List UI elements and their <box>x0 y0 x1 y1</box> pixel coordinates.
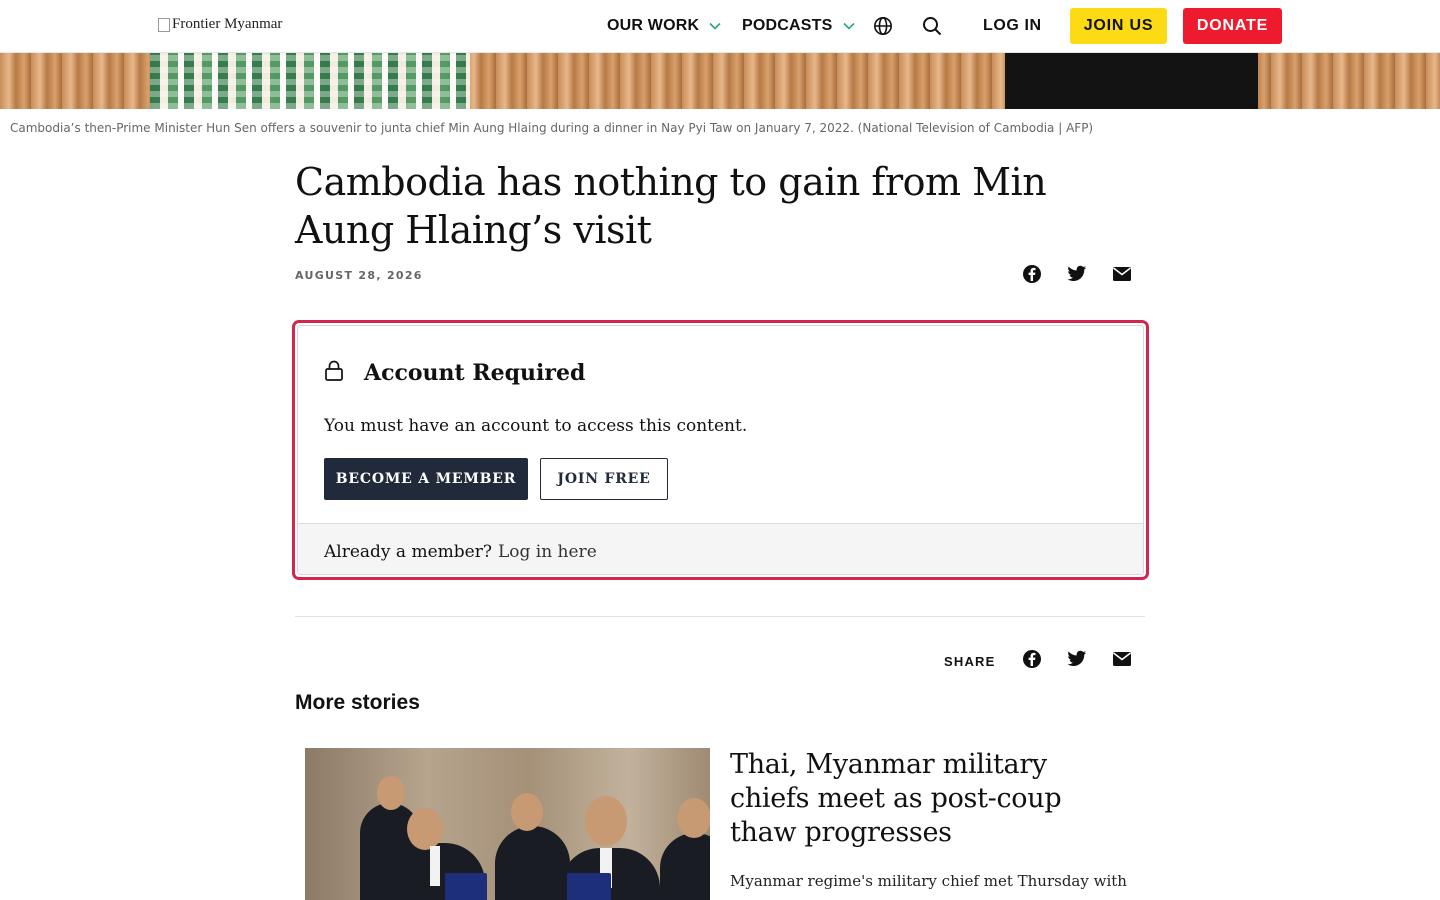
section-divider <box>295 616 1145 617</box>
email-icon[interactable] <box>1112 266 1132 286</box>
hero-caption: Cambodia’s then-Prime Minister Hun Sen o… <box>10 121 1094 135</box>
nav-podcasts-label: PODCASTS <box>742 17 833 34</box>
story-summary: Myanmar regime's military chief met Thur… <box>730 872 1127 890</box>
story-image-person <box>660 833 710 900</box>
paywall-inner: Account Required You must have an accoun… <box>297 325 1144 575</box>
share-icons-top <box>1022 264 1132 288</box>
paywall-header: Account Required <box>324 360 585 386</box>
paywall-message: You must have an account to access this … <box>324 416 748 436</box>
search-icon[interactable] <box>920 14 944 38</box>
paywall-title: Account Required <box>364 360 586 386</box>
nav-podcasts[interactable]: PODCASTS <box>742 0 855 52</box>
share-label: SHARE <box>944 654 996 669</box>
story-image-face <box>407 808 443 850</box>
site-header: Frontier Myanmar OUR WORK PODCASTS LOG I… <box>0 0 1440 53</box>
story-image-person <box>495 826 570 900</box>
article-title: Cambodia has nothing to gain from Min Au… <box>295 160 1047 252</box>
hero-image-pattern <box>150 52 470 109</box>
hero-image-suit <box>1005 52 1258 109</box>
become-member-button[interactable]: BECOME A MEMBER <box>324 458 528 500</box>
twitter-icon[interactable] <box>1067 265 1087 287</box>
story-title[interactable]: Thai, Myanmar military chiefs meet as po… <box>730 748 1130 850</box>
email-icon[interactable] <box>1112 651 1132 671</box>
site-logo[interactable]: Frontier Myanmar <box>158 16 282 33</box>
paywall-footer: Already a member? Log in here <box>298 523 1143 574</box>
twitter-icon[interactable] <box>1067 650 1087 672</box>
login-here-link[interactable]: Log in here <box>498 542 597 562</box>
article-date: AUGUST 28, 2026 <box>295 269 423 282</box>
login-link[interactable]: LOG IN <box>983 0 1042 52</box>
story-image-face <box>677 798 710 838</box>
more-stories-heading: More stories <box>295 691 420 714</box>
nav-our-work[interactable]: OUR WORK <box>607 0 721 52</box>
story-image-shirt <box>430 846 440 886</box>
facebook-icon[interactable] <box>1022 264 1042 288</box>
globe-icon[interactable] <box>871 14 895 38</box>
story-image-face <box>511 793 543 831</box>
story-image-face <box>377 776 405 810</box>
chevron-down-icon <box>842 22 855 30</box>
story-image-face <box>585 796 627 846</box>
chevron-down-icon <box>709 22 721 30</box>
story-image-folder <box>445 873 487 900</box>
share-icons-bottom <box>1022 649 1132 673</box>
nav-our-work-label: OUR WORK <box>607 17 700 34</box>
join-us-button[interactable]: JOIN US <box>1070 8 1167 44</box>
broken-image-icon <box>158 17 170 32</box>
paywall-box: Account Required You must have an accoun… <box>292 320 1149 580</box>
facebook-icon[interactable] <box>1022 649 1042 673</box>
donate-button[interactable]: DONATE <box>1183 8 1282 44</box>
paywall-footer-text: Already a member? <box>324 541 492 562</box>
story-image-folder <box>567 873 611 900</box>
join-free-button[interactable]: JOIN FREE <box>540 458 668 500</box>
hero-image <box>0 52 1440 109</box>
story-thumbnail[interactable] <box>305 748 710 900</box>
logo-alt-text: Frontier Myanmar <box>172 16 283 32</box>
lock-icon <box>324 360 344 386</box>
